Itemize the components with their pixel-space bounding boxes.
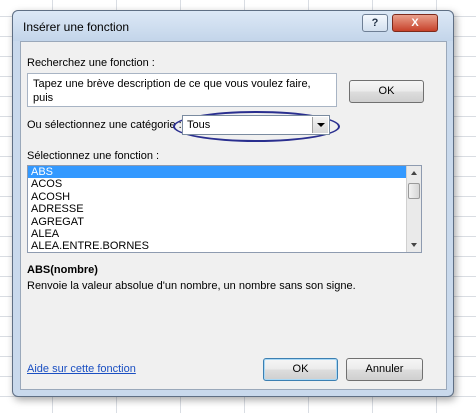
search-ok-label: OK: [378, 85, 395, 97]
ok-button[interactable]: OK: [263, 358, 338, 381]
close-icon: X: [411, 17, 419, 29]
category-select[interactable]: Tous: [182, 115, 330, 135]
list-item[interactable]: ALEA: [28, 228, 406, 240]
help-icon: ?: [371, 17, 379, 29]
close-button[interactable]: X: [392, 14, 438, 32]
category-value: Tous: [187, 119, 211, 131]
function-signature: ABS(nombre): [27, 264, 98, 276]
scroll-thumb[interactable]: [408, 183, 420, 199]
search-input[interactable]: Tapez une brève description de ce que vo…: [27, 73, 337, 107]
search-label: Recherchez une fonction :: [27, 57, 155, 69]
function-list-items: ABS ACOS ACOSH ADRESSE AGREGAT ALEA ALEA.ENTRE…: [28, 166, 406, 252]
dropdown-arrow-icon[interactable]: [312, 117, 328, 133]
scroll-down-icon[interactable]: [407, 238, 421, 252]
list-item[interactable]: ADRESSE: [28, 203, 406, 215]
list-item[interactable]: ALEA.ENTRE.BORNES: [28, 240, 406, 252]
list-item[interactable]: ABS: [28, 166, 406, 179]
list-item[interactable]: ACOSH: [28, 191, 406, 203]
ok-label: OK: [292, 363, 309, 375]
list-item[interactable]: ACOS: [28, 178, 406, 190]
function-description: Renvoie la valeur absolue d'un nombre, u…: [27, 280, 356, 292]
search-ok-button[interactable]: OK: [349, 80, 424, 103]
insert-function-dialog: Insérer une fonction ? X Recherchez une …: [12, 10, 454, 397]
dialog-title: Insérer une fonction: [23, 20, 130, 34]
list-scrollbar[interactable]: [406, 166, 421, 252]
function-list-label: Sélectionnez une fonction :: [27, 150, 160, 162]
category-label: Ou sélectionnez une catégorie :: [27, 119, 182, 131]
function-listbox[interactable]: ABS ACOS ACOSH ADRESSE AGREGAT ALEA ALEA.ENTRE…: [27, 165, 422, 253]
dialog-body: Recherchez une fonction : Tapez une brèv…: [20, 41, 447, 390]
scroll-up-icon[interactable]: [407, 166, 421, 180]
cancel-label: Annuler: [365, 363, 404, 375]
title-bar: Insérer une fonction ? X: [13, 11, 453, 41]
help-link[interactable]: Aide sur cette fonction: [27, 363, 136, 375]
help-button[interactable]: ?: [362, 14, 388, 32]
cancel-button[interactable]: Annuler: [346, 358, 423, 381]
list-item[interactable]: AGREGAT: [28, 216, 406, 228]
